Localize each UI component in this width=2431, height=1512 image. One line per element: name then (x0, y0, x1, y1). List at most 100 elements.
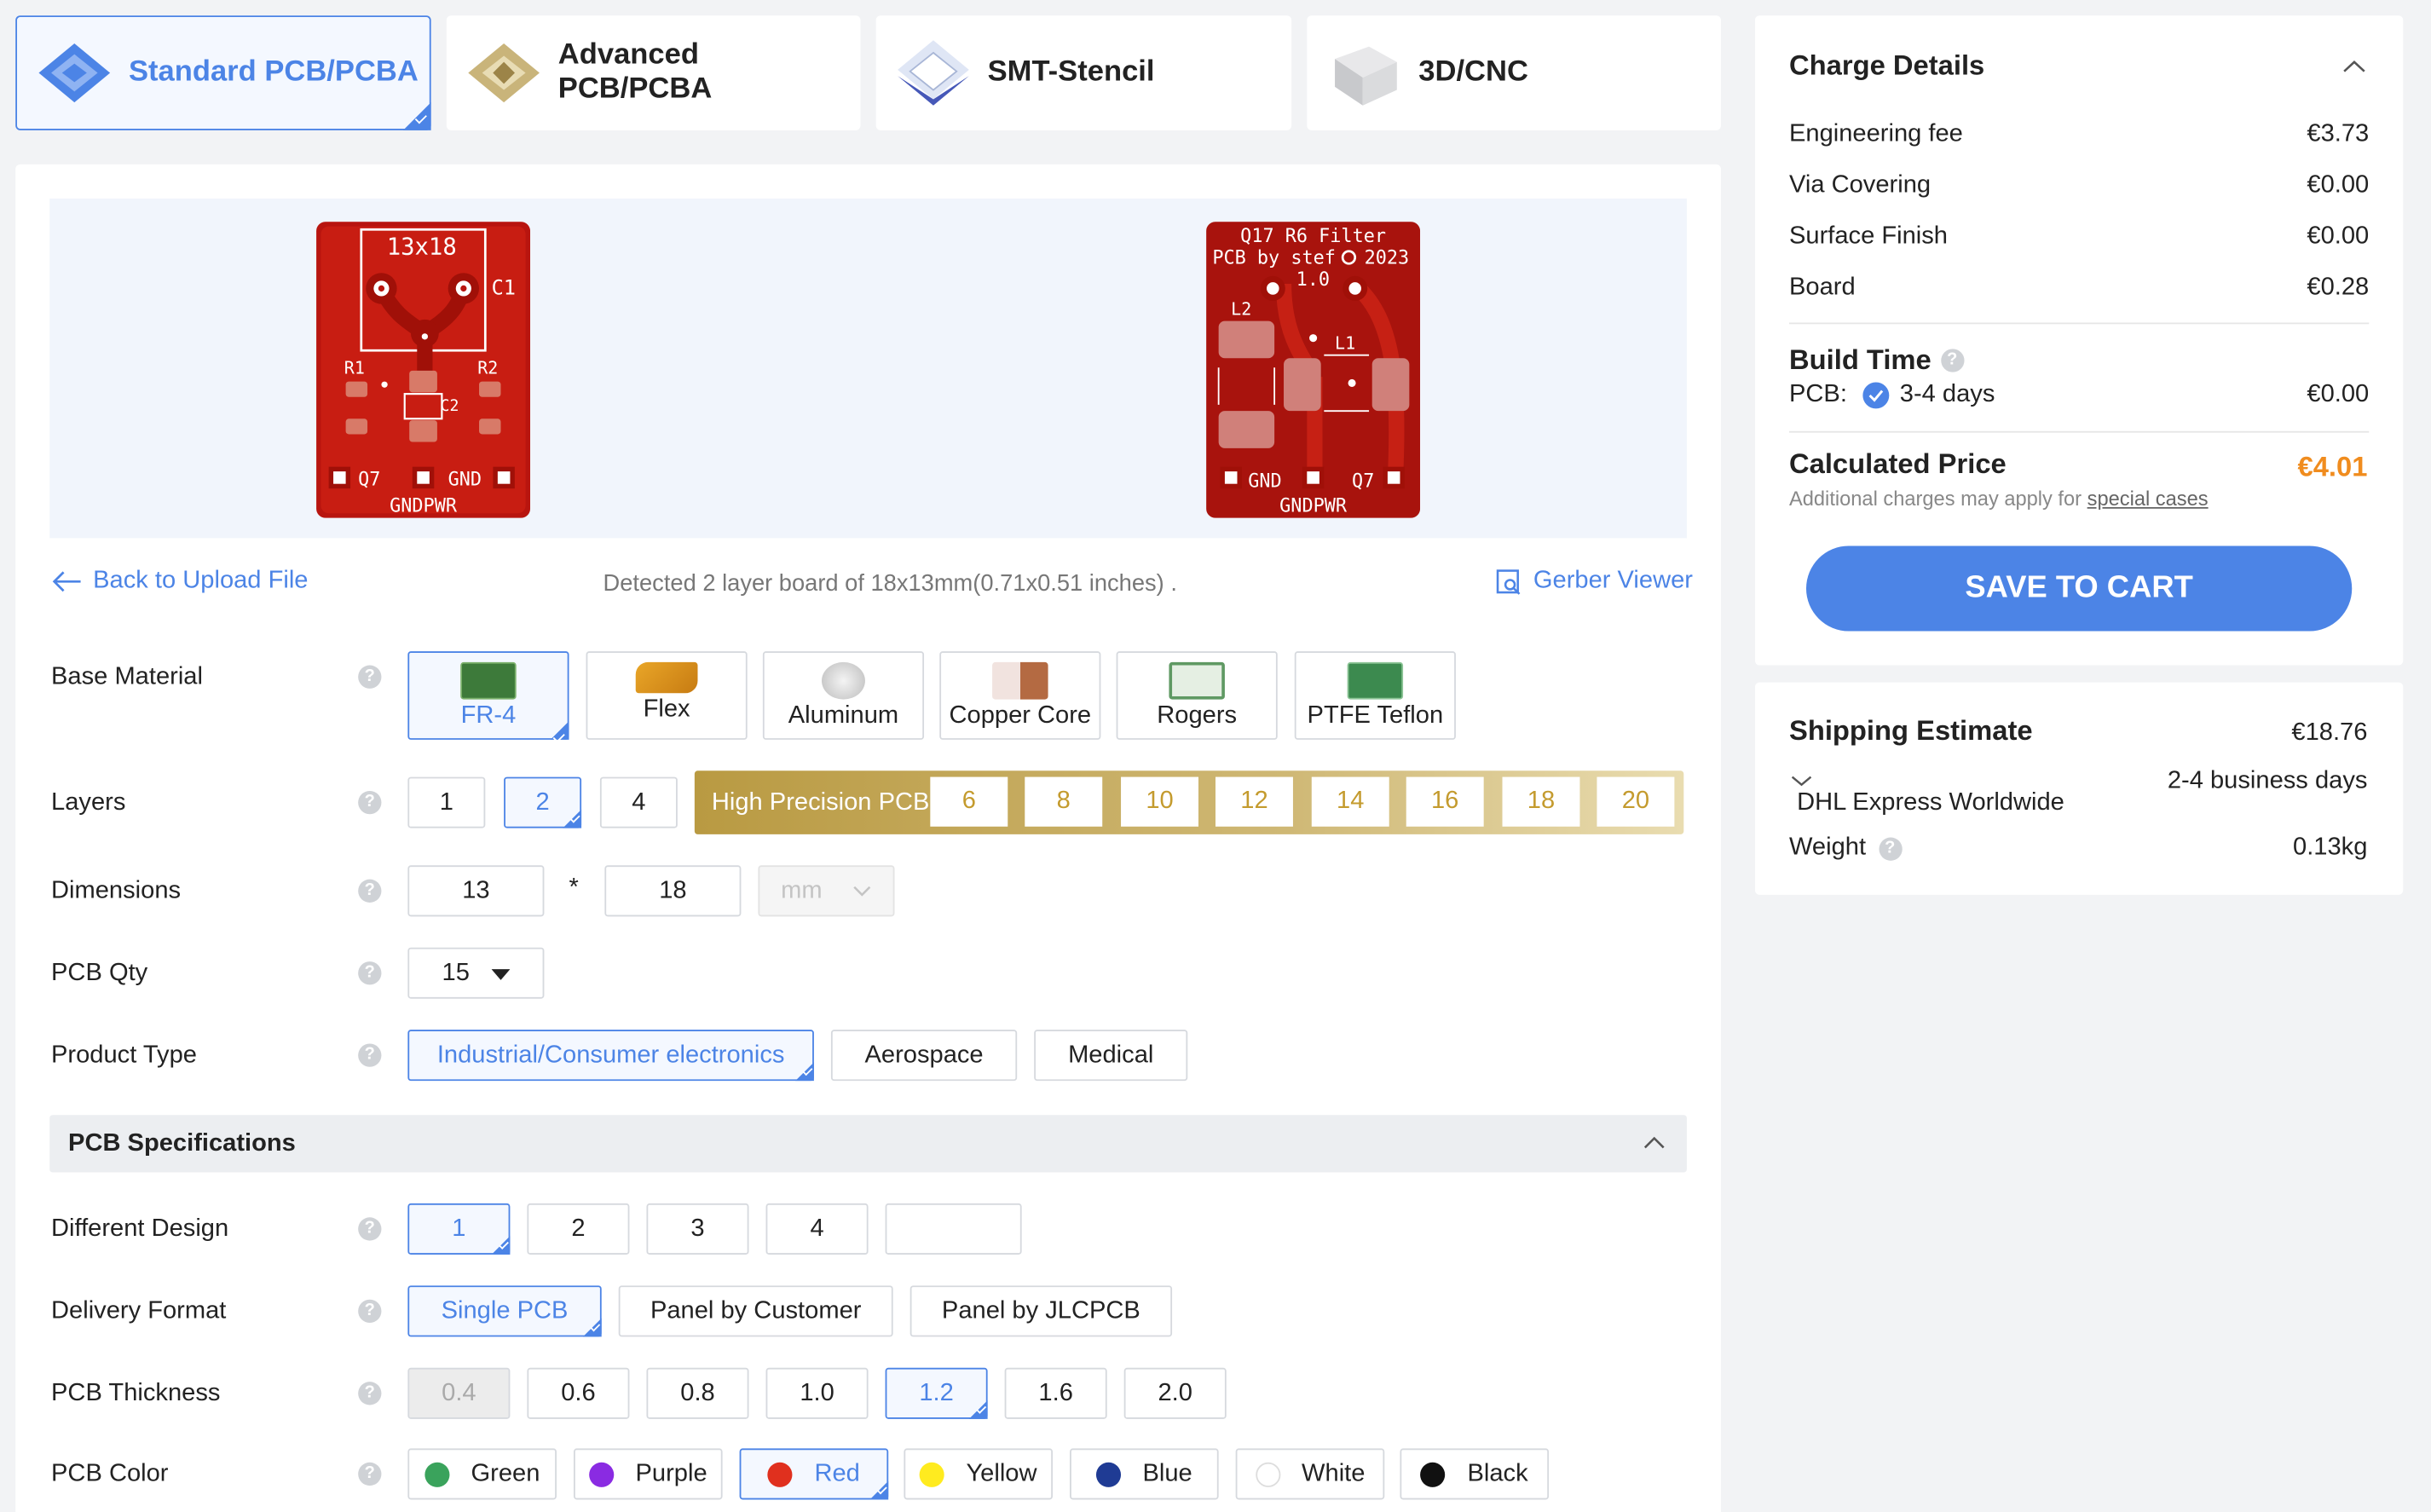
product-type-option[interactable]: Industrial/Consumer electronics (407, 1030, 814, 1082)
help-icon[interactable]: ? (358, 1043, 382, 1067)
dimension-height-input[interactable]: 18 (604, 865, 742, 917)
shipping-price: €18.76 (2291, 719, 2368, 747)
hp-layer-option[interactable]: 6 (930, 776, 1008, 827)
color-option[interactable]: Green (407, 1448, 557, 1500)
charge-row: Via Covering €0.00 (1788, 171, 2370, 199)
tab-smt-stencil[interactable]: SMT-Stencil (875, 15, 1292, 130)
pcb-thickness-label: PCB Thickness (51, 1380, 221, 1407)
tab-label: Standard PCB/PCBA (128, 55, 419, 89)
help-icon[interactable]: ? (358, 665, 382, 689)
material-fr4[interactable]: FR-4 (407, 651, 569, 740)
material-flex[interactable]: Flex (586, 651, 748, 740)
help-icon[interactable]: ? (358, 1382, 382, 1405)
material-ptfe-teflon[interactable]: PTFE Teflon (1294, 651, 1456, 740)
color-swatch (1095, 1461, 1122, 1486)
color-option[interactable]: Red (739, 1448, 889, 1500)
svg-text:GND: GND (1248, 470, 1281, 492)
dimension-width-input[interactable]: 13 (407, 865, 545, 917)
hp-layer-option[interactable]: 14 (1311, 776, 1389, 827)
tab-advanced-pcb[interactable]: Advanced PCB/PCBA (446, 15, 861, 130)
svg-text:Q7: Q7 (358, 469, 380, 490)
thickness-option[interactable]: 0.8 (646, 1367, 749, 1419)
color-option[interactable]: Yellow (904, 1448, 1054, 1500)
chevron-up-icon[interactable] (2342, 59, 2365, 72)
additional-charges-note: Additional charges may apply for special… (1788, 487, 2209, 511)
tab-label: SMT-Stencil (987, 55, 1155, 89)
hp-layer-option[interactable]: 8 (1025, 776, 1103, 827)
color-option[interactable]: Purple (573, 1448, 723, 1500)
tab-standard-pcb[interactable]: Standard PCB/PCBA (15, 15, 431, 130)
svg-text:GNDPWR: GNDPWR (1279, 495, 1348, 517)
design-custom-input[interactable] (885, 1203, 1022, 1255)
shipping-carrier[interactable]: DHL Express Worldwide (1797, 789, 2064, 817)
material-label: Aluminum (788, 702, 899, 730)
dimension-separator: * (569, 874, 579, 902)
design-option[interactable]: 1 (407, 1203, 511, 1255)
tab-3d-cnc[interactable]: 3D/CNC (1307, 15, 1721, 130)
gerber-viewer-link[interactable]: Gerber Viewer (1494, 568, 1693, 596)
material-aluminum[interactable]: Aluminum (762, 651, 925, 740)
delivery-option[interactable]: Single PCB (407, 1285, 602, 1337)
color-option[interactable]: Blue (1070, 1448, 1219, 1500)
pcb-specifications-header[interactable]: PCB Specifications (49, 1115, 1687, 1173)
design-option[interactable]: 2 (527, 1203, 630, 1255)
thickness-option[interactable]: 0.6 (527, 1367, 630, 1419)
thickness-option[interactable]: 1.2 (885, 1367, 988, 1419)
svg-text:R2: R2 (477, 357, 498, 378)
selected-check-icon (491, 1236, 511, 1255)
material-label: PTFE Teflon (1307, 702, 1444, 730)
thickness-option[interactable]: 1.6 (1004, 1367, 1107, 1419)
svg-text:13x18: 13x18 (387, 234, 457, 260)
material-label: Rogers (1157, 702, 1238, 730)
save-to-cart-button[interactable]: SAVE TO CART (1805, 545, 2353, 632)
copper-core-icon (992, 661, 1048, 700)
help-icon[interactable]: ? (358, 1299, 382, 1324)
hp-layer-option[interactable]: 10 (1121, 776, 1198, 827)
hp-layer-option[interactable]: 20 (1597, 776, 1675, 827)
gerber-viewer-icon (1496, 569, 1521, 595)
svg-text:Q17 R6 Filter: Q17 R6 Filter (1240, 226, 1386, 247)
back-to-upload-link[interactable]: Back to Upload File (49, 568, 308, 596)
weight-value: 0.13kg (2293, 834, 2368, 861)
selected-check-icon (550, 721, 569, 740)
material-label: Copper Core (949, 702, 1092, 730)
color-option[interactable]: White (1235, 1448, 1385, 1500)
chevron-down-icon[interactable] (1791, 776, 1812, 788)
help-icon[interactable]: ? (1878, 836, 1902, 860)
help-icon[interactable]: ? (358, 1462, 382, 1486)
layer-option[interactable]: 1 (407, 776, 486, 828)
hp-layer-option[interactable]: 18 (1502, 776, 1580, 827)
advanced-pcb-icon (462, 31, 546, 114)
help-icon[interactable]: ? (1940, 349, 1964, 372)
thickness-option[interactable]: 2.0 (1123, 1367, 1227, 1419)
product-type-option[interactable]: Medical (1034, 1030, 1188, 1082)
color-swatch (919, 1461, 944, 1486)
hp-layer-option[interactable]: 16 (1406, 776, 1484, 827)
high-precision-label: High Precision PCB (711, 789, 930, 817)
product-type-option[interactable]: Aerospace (830, 1030, 1018, 1082)
tab-label: Advanced PCB/PCBA (557, 38, 713, 106)
help-icon[interactable]: ? (358, 790, 382, 815)
help-icon[interactable]: ? (358, 1217, 382, 1241)
design-option[interactable]: 3 (646, 1203, 749, 1255)
chevron-up-icon (1643, 1136, 1665, 1149)
material-copper-core[interactable]: Copper Core (939, 651, 1101, 740)
layer-option[interactable]: 4 (599, 776, 678, 828)
help-icon[interactable]: ? (358, 879, 382, 903)
color-option[interactable]: Black (1400, 1448, 1550, 1500)
charge-row: Board €0.28 (1788, 274, 2370, 301)
pcb-preview (49, 198, 1687, 539)
qty-select[interactable]: 15 (407, 947, 545, 999)
delivery-option[interactable]: Panel by Customer (618, 1285, 893, 1337)
layer-option[interactable]: 2 (504, 776, 582, 828)
help-icon[interactable]: ? (358, 961, 382, 985)
color-swatch (1255, 1461, 1280, 1486)
hp-layer-option[interactable]: 12 (1216, 776, 1293, 827)
special-cases-link[interactable]: special cases (2087, 487, 2209, 510)
dimensions-label: Dimensions (51, 877, 182, 904)
thickness-option[interactable]: 1.0 (765, 1367, 869, 1419)
delivery-option[interactable]: Panel by JLCPCB (909, 1285, 1173, 1337)
design-option[interactable]: 4 (765, 1203, 869, 1255)
svg-text:R1: R1 (344, 357, 365, 378)
material-rogers[interactable]: Rogers (1116, 651, 1278, 740)
